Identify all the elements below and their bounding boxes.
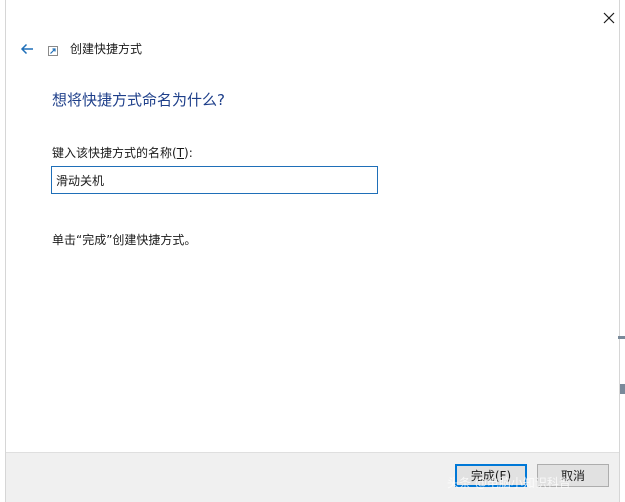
finish-hint: 单击“完成”创建快捷方式。 — [52, 233, 197, 247]
shortcut-wizard-window: 创建快捷方式 想将快捷方式命名为什么? 键入该快捷方式的名称(T): 单击“完成… — [5, 0, 620, 502]
shortcut-icon — [48, 46, 58, 56]
watermark: 头条 @电脑小知识科普 — [447, 476, 571, 490]
wizard-title: 创建快捷方式 — [70, 42, 143, 56]
shortcut-name-label: 键入该快捷方式的名称(T): — [52, 144, 193, 162]
background-mark — [620, 384, 625, 394]
label-accesskey: T — [176, 146, 185, 160]
page-heading: 想将快捷方式命名为什么? — [52, 91, 225, 109]
shortcut-name-input[interactable] — [51, 166, 378, 194]
label-suffix: ): — [184, 146, 193, 160]
back-button[interactable] — [16, 38, 38, 60]
background-mark — [618, 336, 625, 339]
label-prefix: 键入该快捷方式的名称( — [52, 146, 177, 160]
background-edge — [620, 0, 625, 502]
back-arrow-icon — [20, 43, 33, 55]
wizard-footer: 完成(F) 取消 头条 @电脑小知识科普 — [6, 452, 619, 502]
close-icon — [603, 12, 615, 24]
